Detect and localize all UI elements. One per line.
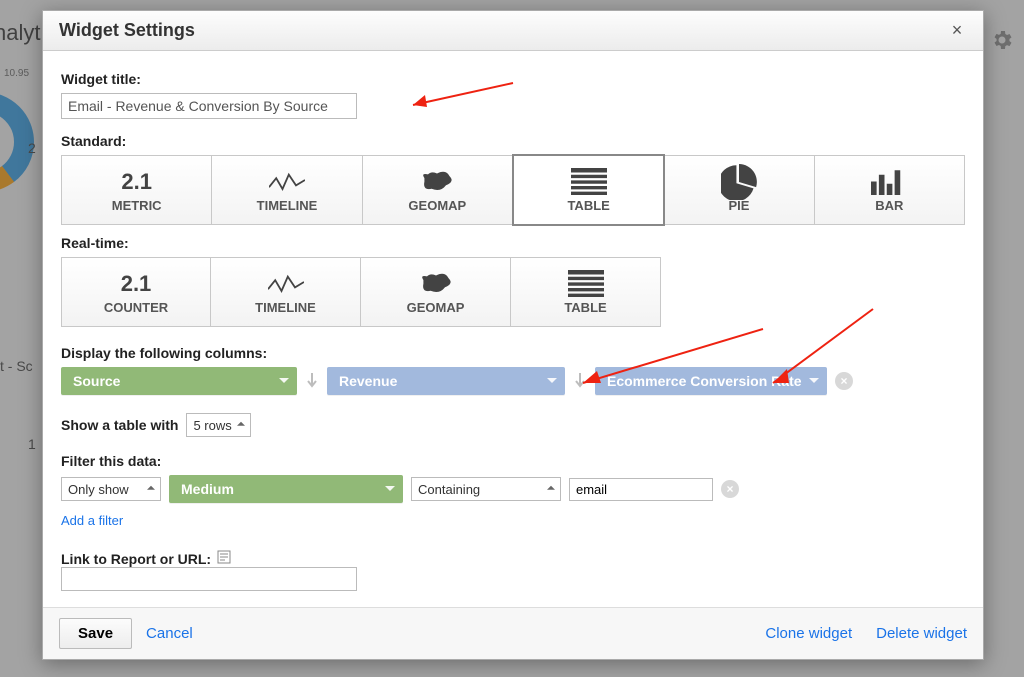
filter-label: Filter this data: — [61, 453, 965, 469]
filter-row: Only show Medium Containing × — [61, 475, 965, 503]
add-filter-link[interactable]: Add a filter — [61, 513, 123, 528]
link-label: Link to Report or URL: — [61, 551, 211, 567]
type-table[interactable]: TABLE — [513, 155, 664, 225]
table-icon — [568, 270, 604, 298]
report-link-icon — [217, 550, 231, 564]
arrow-down-icon — [573, 373, 587, 389]
dimension-select[interactable]: Source — [61, 367, 297, 395]
arrow-down-icon — [305, 373, 319, 389]
timeline-icon — [268, 270, 304, 298]
type-bar[interactable]: BAR — [815, 155, 965, 225]
cancel-link[interactable]: Cancel — [146, 625, 193, 642]
realtime-label: Real-time: — [61, 235, 965, 251]
columns-label: Display the following columns: — [61, 345, 965, 361]
standard-label: Standard: — [61, 133, 965, 149]
table-size-select-wrap: 5 rows — [186, 413, 251, 437]
modal-title: Widget Settings — [59, 20, 195, 41]
rt-type-counter[interactable]: 2.1 COUNTER — [61, 257, 211, 327]
rt-type-table[interactable]: TABLE — [511, 257, 661, 327]
delete-widget-link[interactable]: Delete widget — [876, 625, 967, 642]
modal-body: Widget title: Standard: 2.1 METRIC TIMEL… — [43, 51, 983, 607]
rt-type-timeline[interactable]: TIMELINE — [211, 257, 361, 327]
bar-icon — [871, 168, 907, 196]
table-size-label: Show a table with — [61, 417, 178, 433]
metric1-select[interactable]: Revenue — [327, 367, 565, 395]
type-pie[interactable]: PIE — [664, 155, 814, 225]
filter-condition-select[interactable]: Containing — [411, 477, 561, 501]
type-label: COUNTER — [104, 300, 168, 315]
geomap-icon — [419, 168, 455, 196]
pie-icon — [721, 168, 757, 196]
type-label: METRIC — [112, 198, 162, 213]
type-label: GEOMAP — [408, 198, 466, 213]
type-label: BAR — [875, 198, 903, 213]
modal-footer: Save Cancel Clone widget Delete widget — [43, 607, 983, 659]
timeline-icon — [269, 168, 305, 196]
table-size-select[interactable]: 5 rows — [186, 413, 251, 437]
metric2-select[interactable]: Ecommerce Conversion Rate — [595, 367, 827, 395]
rt-type-geomap[interactable]: GEOMAP — [361, 257, 511, 327]
geomap-icon — [418, 270, 454, 298]
type-metric[interactable]: 2.1 METRIC — [61, 155, 212, 225]
widget-settings-modal: Widget Settings × Widget title: Standard… — [42, 10, 984, 660]
metric-icon: 2.1 — [119, 168, 155, 196]
type-label: TIMELINE — [257, 198, 318, 213]
save-button[interactable]: Save — [59, 618, 132, 649]
standard-type-row: 2.1 METRIC TIMELINE GEOMAP TABLE — [61, 155, 965, 225]
filter-dimension-select[interactable]: Medium — [169, 475, 403, 503]
modal-header: Widget Settings × — [43, 11, 983, 51]
type-geomap[interactable]: GEOMAP — [363, 155, 513, 225]
type-label: TIMELINE — [255, 300, 316, 315]
remove-metric-button[interactable]: × — [835, 372, 853, 390]
filter-mode-select[interactable]: Only show — [61, 477, 161, 501]
table-icon — [571, 168, 607, 196]
filter-value-input[interactable] — [569, 478, 713, 501]
realtime-type-row: 2.1 COUNTER TIMELINE GEOMAP TABLE — [61, 257, 965, 327]
counter-icon: 2.1 — [118, 270, 154, 298]
remove-filter-button[interactable]: × — [721, 480, 739, 498]
type-label: TABLE — [564, 300, 606, 315]
clone-widget-link[interactable]: Clone widget — [765, 625, 852, 642]
type-label: TABLE — [567, 198, 609, 213]
type-label: PIE — [728, 198, 749, 213]
type-label: GEOMAP — [407, 300, 465, 315]
link-url-input[interactable] — [61, 567, 357, 591]
type-timeline[interactable]: TIMELINE — [212, 155, 362, 225]
widget-title-label: Widget title: — [61, 71, 965, 87]
columns-row: Source Revenue Ecommerce Conversion Rate… — [61, 367, 965, 395]
widget-title-input[interactable] — [61, 93, 357, 119]
close-button[interactable]: × — [943, 17, 971, 45]
